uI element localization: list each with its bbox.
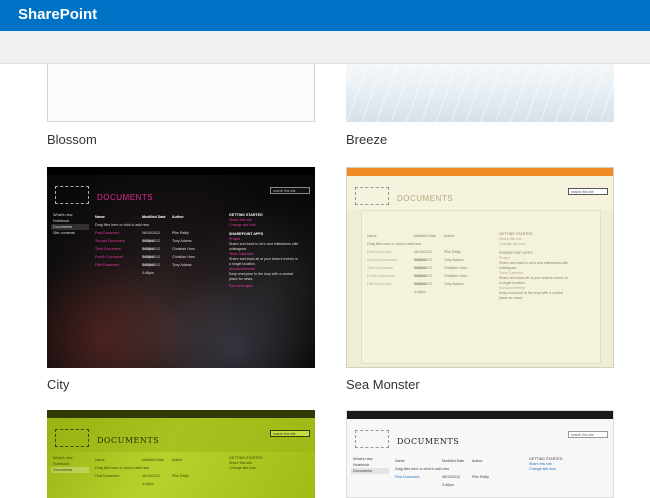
preview-side-panel: GETTING STARTED Share this site Change s…	[229, 456, 263, 470]
sharepoint-brand[interactable]: SharePoint	[18, 6, 97, 23]
theme-thumbnail-blossom[interactable]	[47, 64, 315, 122]
preview-side-panel: GETTING STARTED Share this site Change s…	[499, 232, 569, 300]
theme-thumbnail-classic[interactable]: DOCUMENTS search this site What's new No…	[346, 410, 614, 498]
theme-thumbnail-sea-monster[interactable]: DOCUMENTS search this site Name Modified …	[346, 167, 614, 368]
site-logo-placeholder	[55, 429, 89, 447]
preview-side-panel: GETTING STARTED Share this site Change s…	[229, 213, 299, 288]
preview-quick-launch: What's new Notebook Documents	[51, 455, 89, 473]
ribbon-bar	[0, 31, 650, 64]
preview-site-title: DOCUMENTS	[97, 193, 154, 202]
theme-label-blossom[interactable]: Blossom	[47, 132, 97, 147]
preview-search-box: search this site	[270, 430, 310, 437]
preview-search-box: search this site	[568, 188, 608, 195]
theme-thumbnail-city[interactable]: DOCUMENTS search this site What's new No…	[47, 167, 315, 368]
suite-bar: SharePoint	[0, 0, 650, 31]
preview-side-panel: GETTING STARTED Share this site Change s…	[529, 457, 563, 471]
preview-search-box: search this site	[568, 431, 608, 438]
preview-quick-launch: What's new Notebook Documents	[351, 456, 389, 474]
preview-quick-launch: What's new Notebook Documents Site conte…	[51, 212, 89, 236]
site-logo-placeholder	[355, 187, 389, 205]
preview-site-title: DOCUMENTS	[97, 436, 160, 445]
preview-site-title: DOCUMENTS	[397, 194, 454, 203]
preview-document-list: Name Modified Date Author Drag files here …	[395, 459, 489, 487]
theme-thumbnail-green[interactable]: DOCUMENTS search this site What's new No…	[47, 410, 315, 498]
theme-label-sea-monster[interactable]: Sea Monster	[346, 377, 420, 392]
theme-thumbnail-breeze[interactable]	[346, 64, 614, 122]
preview-document-list: Name Modified Date Author Drag files here …	[95, 215, 195, 275]
theme-label-city[interactable]: City	[47, 377, 69, 392]
preview-document-list: Name Modified Date Author Drag files here …	[95, 458, 189, 486]
preview-site-title: DOCUMENTS	[397, 437, 460, 446]
theme-label-breeze[interactable]: Breeze	[346, 132, 387, 147]
site-logo-placeholder	[55, 186, 89, 204]
site-logo-placeholder	[355, 430, 389, 448]
preview-search-box: search this site	[270, 187, 310, 194]
preview-document-list: Name Modified Date Author Drag files here …	[367, 234, 467, 294]
